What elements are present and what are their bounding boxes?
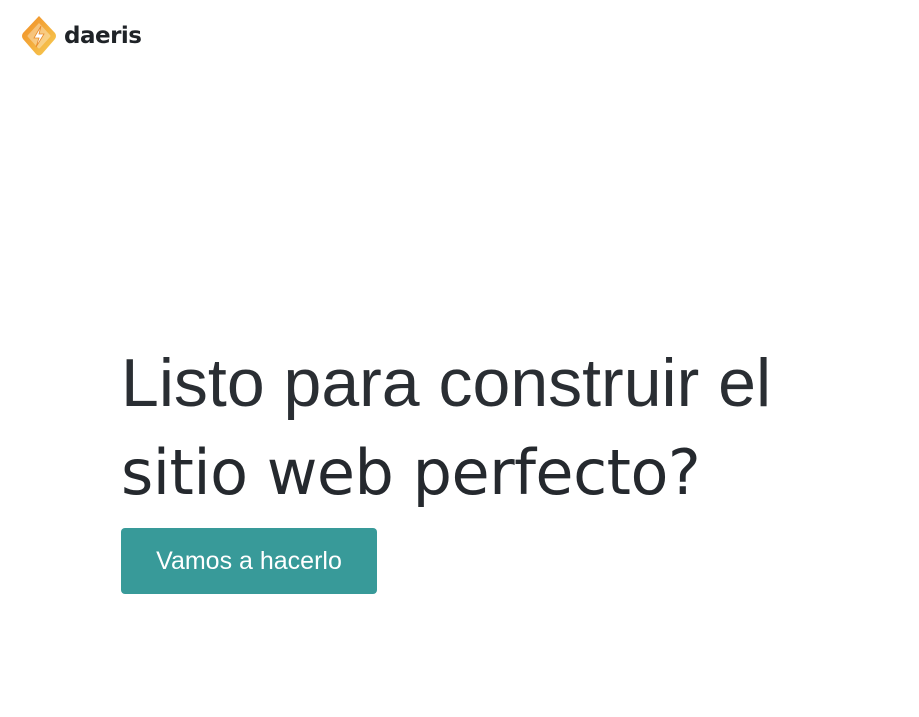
hero-title-line1: Listo para construir el [121, 345, 772, 421]
brand-link[interactable]: daeris [20, 14, 142, 58]
brand-name: daeris [64, 22, 142, 49]
hero-title-line2: sitio web perfecto? [121, 436, 701, 509]
hero-section: Listo para construir el sitio web perfec… [121, 338, 901, 594]
cta-button[interactable]: Vamos a hacerlo [121, 528, 377, 594]
hero-title: Listo para construir el sitio web perfec… [121, 338, 901, 518]
landing-page: daeris Listo para construir el sitio web… [0, 0, 919, 717]
diamond-lightning-logo-icon [22, 16, 56, 56]
